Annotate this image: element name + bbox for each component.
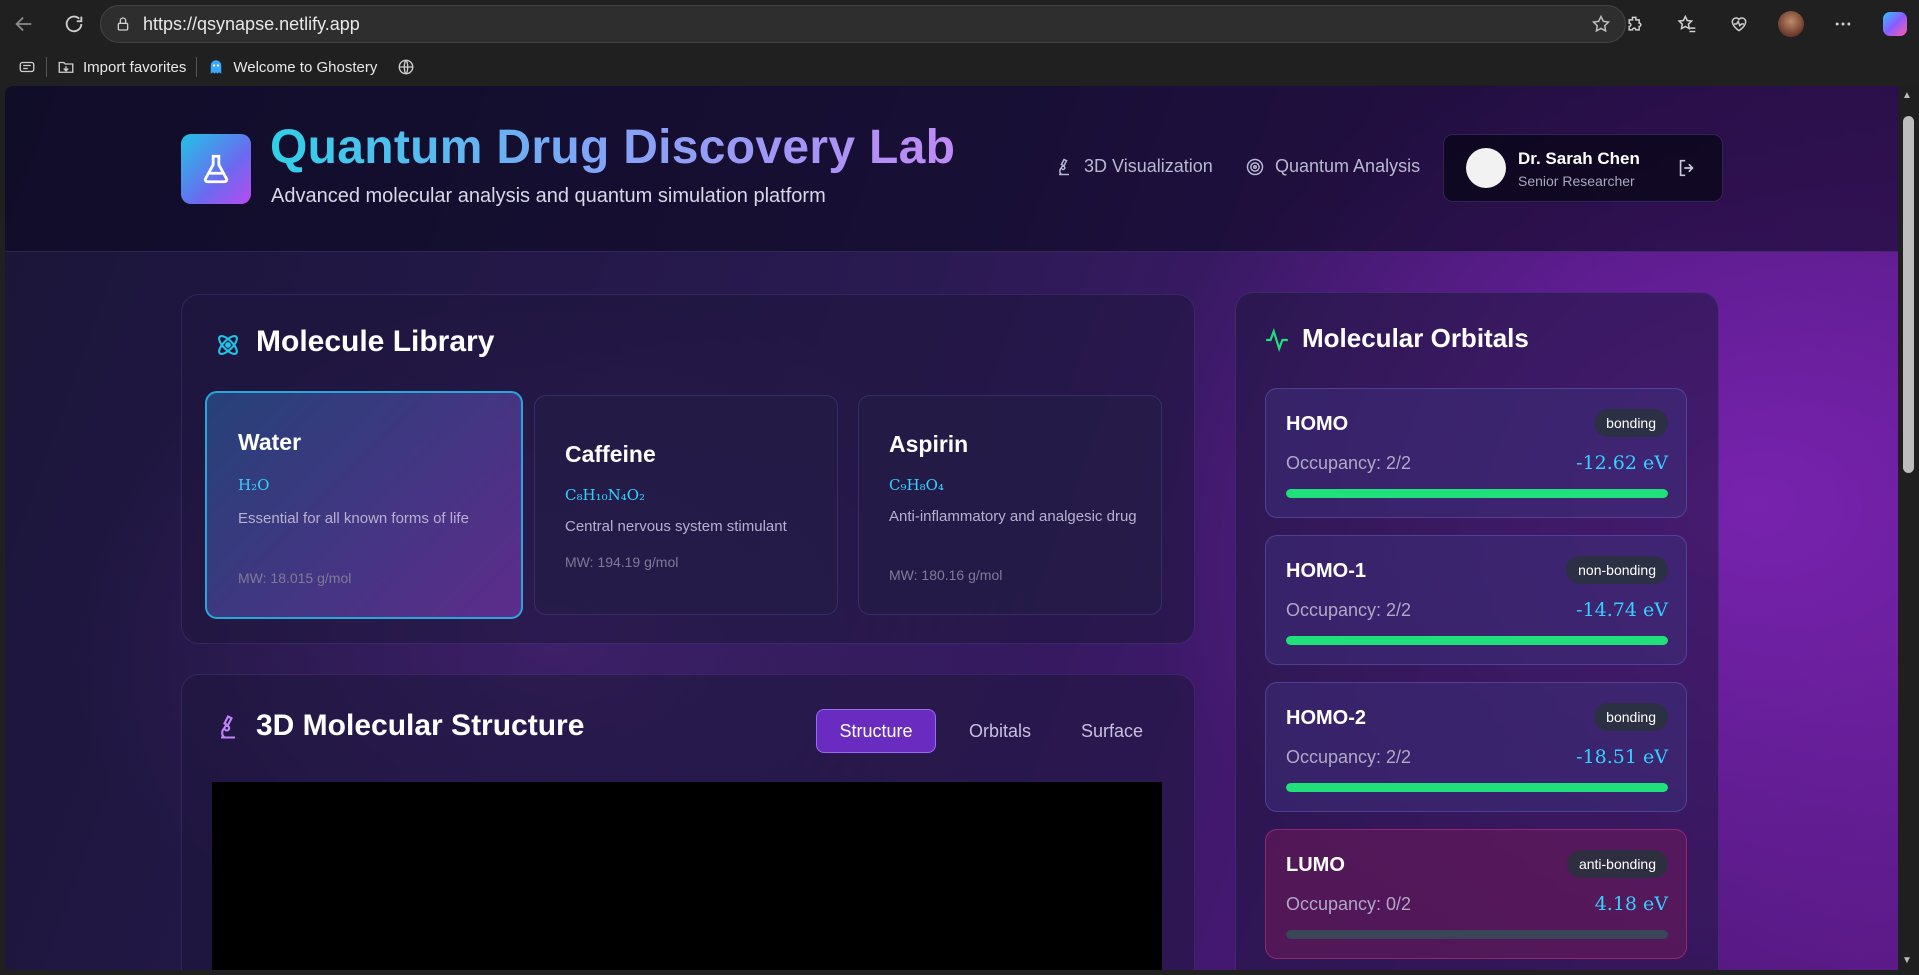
- occupancy-bar: [1286, 636, 1668, 645]
- tab-structure[interactable]: Structure: [816, 709, 936, 753]
- health-icon[interactable]: [1721, 6, 1757, 42]
- molecule-weight: MW: 194.19 g/mol: [565, 554, 679, 570]
- occupancy-bar: [1286, 489, 1668, 498]
- bookmarks-bar: Import favorites Welcome to Ghostery: [0, 48, 1919, 86]
- orbital-energy: -14.74 eV: [1576, 599, 1668, 621]
- bookmark-label: Import favorites: [83, 58, 187, 76]
- molecule-description: Central nervous system stimulant: [565, 518, 787, 535]
- tab-orbitals[interactable]: Orbitals: [950, 709, 1050, 753]
- bookmark-import-favorites[interactable]: Import favorites: [47, 53, 196, 81]
- section-title: Molecule Library: [256, 325, 495, 358]
- orbital-type-badge: anti-bonding: [1566, 850, 1668, 878]
- refresh-icon[interactable]: [56, 6, 92, 42]
- molecule-name: Water: [238, 429, 302, 455]
- molecule-formula: H₂O: [238, 476, 270, 494]
- molecule-formula: C₉H₈O₄: [889, 476, 944, 494]
- orbital-energy: -18.51 eV: [1576, 746, 1668, 768]
- orbital-occupancy: Occupancy: 2/2: [1286, 600, 1412, 620]
- molecule-card-water[interactable]: Water H₂O Essential for all known forms …: [205, 391, 523, 619]
- page-scrollbar[interactable]: ▲ ▼: [1898, 86, 1919, 970]
- section-title: 3D Molecular Structure: [256, 709, 585, 742]
- molecule-card-caffeine[interactable]: Caffeine C₈H₁₀N₄O₂ Central nervous syste…: [534, 395, 838, 615]
- user-role: Senior Researcher: [1518, 173, 1635, 189]
- orbital-type-badge: non-bonding: [1566, 556, 1668, 584]
- profile-avatar[interactable]: [1773, 6, 1809, 42]
- globe-icon[interactable]: [387, 53, 425, 81]
- user-name: Dr. Sarah Chen: [1518, 149, 1640, 168]
- orbital-energy: -12.62 eV: [1576, 452, 1668, 474]
- app-header: Quantum Drug Discovery Lab Advanced mole…: [5, 86, 1898, 252]
- nav-label: 3D Visualization: [1084, 156, 1213, 176]
- orbital-energy: 4.18 eV: [1594, 893, 1668, 915]
- browser-toolbar: https://qsynapse.netlify.app: [0, 0, 1919, 48]
- orbital-name: HOMO-2: [1286, 707, 1366, 729]
- scroll-up-arrow-icon[interactable]: ▲: [1902, 90, 1912, 101]
- page-title: Quantum Drug Discovery Lab: [270, 121, 956, 174]
- molecule-description: Anti-inflammatory and analgesic drug: [889, 508, 1137, 525]
- atom-icon: [214, 331, 242, 359]
- molecule-3d-canvas[interactable]: [212, 782, 1162, 970]
- copilot-icon[interactable]: [1877, 6, 1913, 42]
- orbital-card-homo-2[interactable]: HOMO-2 bonding Occupancy: 2/2 -18.51 eV: [1265, 682, 1687, 812]
- orbital-type-badge: bonding: [1594, 703, 1668, 731]
- bookmark-ghostery[interactable]: Welcome to Ghostery: [197, 53, 387, 81]
- address-bar[interactable]: https://qsynapse.netlify.app: [100, 5, 1626, 43]
- avatar: [1466, 148, 1506, 188]
- lock-icon: [115, 16, 131, 32]
- target-icon: [1245, 157, 1265, 177]
- orbital-card-homo-1[interactable]: HOMO-1 non-bonding Occupancy: 2/2 -14.74…: [1265, 535, 1687, 665]
- microscope-icon: [1054, 157, 1074, 177]
- orbital-card-lumo[interactable]: LUMO anti-bonding Occupancy: 0/2 4.18 eV: [1265, 829, 1687, 959]
- nav-label: Quantum Analysis: [1275, 156, 1421, 176]
- orbital-name: HOMO-1: [1286, 560, 1366, 582]
- molecule-weight: MW: 18.015 g/mol: [238, 570, 352, 586]
- orbital-card-homo[interactable]: HOMO bonding Occupancy: 2/2 -12.62 eV: [1265, 388, 1687, 518]
- activity-pulse-icon: [1264, 327, 1290, 353]
- tab-surface[interactable]: Surface: [1062, 709, 1162, 753]
- molecule-formula: C₈H₁₀N₄O₂: [565, 486, 646, 504]
- microscope-icon: [214, 713, 242, 741]
- occupancy-bar: [1286, 783, 1668, 792]
- bookmark-label: Welcome to Ghostery: [233, 58, 378, 76]
- occupancy-fill: [1286, 636, 1668, 645]
- import-folder-icon: [57, 58, 75, 76]
- user-profile-box: Dr. Sarah Chen Senior Researcher: [1443, 134, 1723, 202]
- nav-quantum-analysis[interactable]: Quantum Analysis: [1245, 156, 1420, 177]
- molecule-description: Essential for all known forms of life: [238, 510, 469, 527]
- orbital-name: HOMO: [1286, 413, 1349, 435]
- orbital-name: LUMO: [1286, 854, 1345, 876]
- occupancy-fill: [1286, 783, 1668, 792]
- more-menu-icon[interactable]: [1825, 6, 1861, 42]
- reading-view-icon[interactable]: [0, 53, 46, 81]
- orbital-occupancy: Occupancy: 2/2: [1286, 453, 1412, 473]
- page-viewport: Quantum Drug Discovery Lab Advanced mole…: [5, 86, 1898, 970]
- orbital-occupancy: Occupancy: 2/2: [1286, 747, 1412, 767]
- nav-3d-visualization[interactable]: 3D Visualization: [1054, 156, 1213, 177]
- logout-icon[interactable]: [1676, 157, 1698, 184]
- section-title: Molecular Orbitals: [1302, 323, 1529, 353]
- extensions-icon[interactable]: [1617, 6, 1653, 42]
- favorites-icon[interactable]: [1669, 6, 1705, 42]
- molecule-library-panel: Molecule Library Water H₂O Essential for…: [181, 294, 1195, 644]
- scrollbar-thumb[interactable]: [1903, 116, 1914, 473]
- page-subtitle: Advanced molecular analysis and quantum …: [271, 185, 826, 207]
- flask-logo-icon: [181, 134, 251, 204]
- ghostery-icon: [207, 58, 225, 76]
- url-text: https://qsynapse.netlify.app: [143, 13, 360, 34]
- molecule-name: Aspirin: [889, 431, 969, 457]
- orbital-occupancy: Occupancy: 0/2: [1286, 894, 1412, 914]
- occupancy-bar: [1286, 930, 1668, 939]
- molecule-card-aspirin[interactable]: Aspirin C₉H₈O₄ Anti-inflammatory and ana…: [858, 395, 1162, 615]
- orbital-type-badge: bonding: [1594, 409, 1668, 437]
- scroll-down-arrow-icon[interactable]: ▼: [1902, 955, 1912, 966]
- occupancy-fill: [1286, 489, 1668, 498]
- molecule-weight: MW: 180.16 g/mol: [889, 567, 1003, 583]
- back-icon[interactable]: [6, 6, 42, 42]
- molecule-name: Caffeine: [565, 441, 656, 467]
